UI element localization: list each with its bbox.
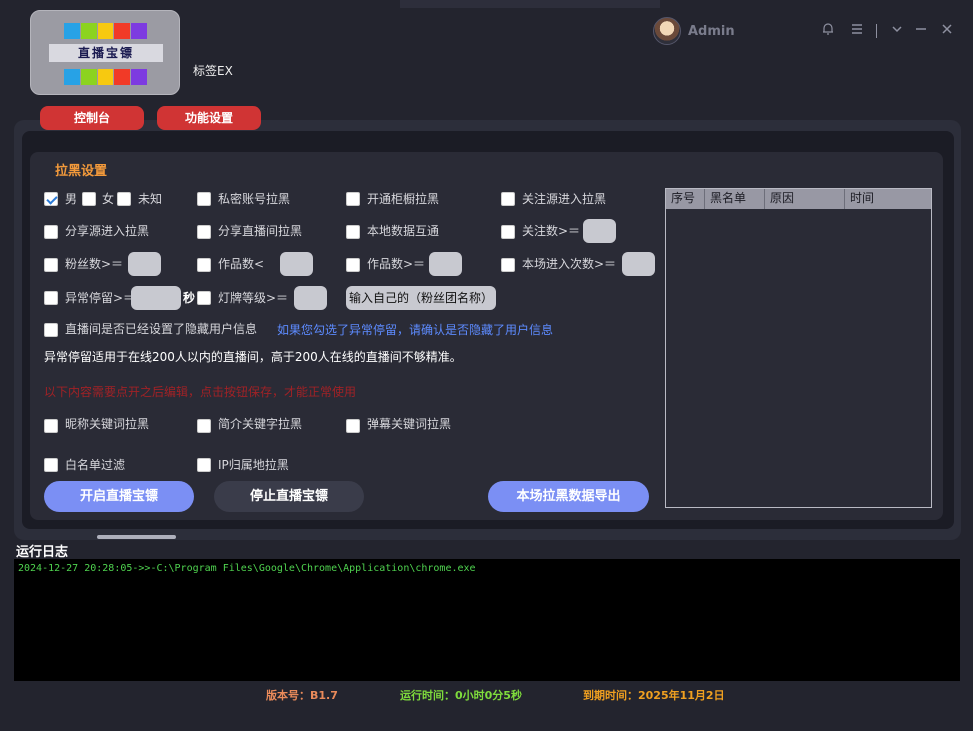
follow-count-input[interactable] [583, 219, 616, 243]
checkbox-hidden-info[interactable] [44, 323, 58, 337]
log-title: 运行日志 [16, 545, 69, 560]
checkbox-works-more[interactable] [346, 258, 360, 272]
logo-bars-bottom [64, 69, 147, 85]
checkbox-danmaku-keyword[interactable] [346, 419, 360, 433]
abnormal-stay-input[interactable] [131, 286, 181, 310]
close-icon[interactable] [938, 22, 956, 40]
label-male: 男 [65, 192, 78, 206]
label-badge-level: 灯牌等级>＝ [218, 291, 289, 305]
checkbox-follow-count[interactable] [501, 225, 515, 239]
menu-icon[interactable] [848, 22, 866, 40]
checkbox-male[interactable] [44, 192, 58, 206]
tab-console[interactable]: 控制台 [40, 106, 144, 130]
label-private-account: 私密账号拉黑 [218, 192, 291, 206]
expiry-label: 到期时间：2025年11月2日 [583, 689, 725, 702]
hint-edit-warning: 以下内容需要点开之后编辑，点击按钮保存，才能正常使用 [44, 385, 357, 399]
hint-abnormal-stay: 如果您勾选了异常停留，请确认是否隐藏了用户信息 [277, 323, 554, 337]
blacklist-table[interactable]: 序号 黑名单 原因 时间 [665, 188, 932, 508]
log-output[interactable] [14, 559, 960, 681]
tab-feature-settings[interactable]: 功能设置 [157, 106, 261, 130]
enter-times-input[interactable] [622, 252, 655, 276]
label-enter-times: 本场进入次数>＝ [522, 257, 617, 271]
seconds-unit: 秒 [183, 291, 196, 305]
label-female: 女 [102, 192, 115, 206]
fans-count-input[interactable] [128, 252, 161, 276]
checkbox-nickname-keyword[interactable] [44, 419, 58, 433]
label-follow-count: 关注数>＝ [522, 224, 581, 238]
column-header-reason[interactable]: 原因 [765, 189, 845, 209]
avatar[interactable] [653, 17, 681, 45]
checkbox-abnormal-stay[interactable] [44, 291, 58, 305]
checkbox-fans-count[interactable] [44, 258, 58, 272]
checkbox-share-room[interactable] [197, 225, 211, 239]
label-intro-keyword: 简介关键字拉黑 [218, 417, 303, 431]
username: Admin [688, 24, 735, 39]
app-logo: 直播宝镖 [30, 10, 180, 95]
checkbox-share-source[interactable] [44, 225, 58, 239]
app-title: 标签EX [193, 64, 233, 78]
checkbox-whitelist[interactable] [44, 458, 58, 472]
logo-text: 直播宝镖 [49, 44, 163, 62]
export-button[interactable]: 本场拉黑数据导出 [488, 481, 649, 512]
minimize-icon[interactable] [912, 22, 930, 40]
label-share-room: 分享直播间拉黑 [218, 224, 303, 238]
logo-bars-top [64, 23, 147, 39]
label-share-source: 分享源进入拉黑 [65, 224, 150, 238]
bell-icon[interactable] [819, 22, 837, 40]
log-line: 2024-12-27 20:28:05->>-C:\Program Files\… [18, 563, 476, 574]
checkbox-intro-keyword[interactable] [197, 419, 211, 433]
label-works-more: 作品数>＝ [367, 257, 426, 271]
column-header-index[interactable]: 序号 [666, 189, 705, 209]
checkbox-works-less[interactable] [197, 258, 211, 272]
stop-button[interactable]: 停止直播宝镖 [214, 481, 364, 512]
label-danmaku-keyword: 弹幕关键词拉黑 [367, 417, 452, 431]
checkbox-open-showcase[interactable] [346, 192, 360, 206]
label-fans-count: 粉丝数>＝ [65, 257, 124, 271]
label-unknown: 未知 [138, 192, 163, 206]
column-header-blacklist[interactable]: 黑名单 [705, 189, 765, 209]
label-open-showcase: 开通柜橱拉黑 [367, 192, 440, 206]
label-hidden-info: 直播间是否已经设置了隐藏用户信息 [65, 322, 258, 336]
works-more-input[interactable] [429, 252, 462, 276]
section-title: 拉黑设置 [55, 164, 108, 179]
label-whitelist: 白名单过滤 [65, 458, 126, 472]
hint-online-limit: 异常停留适用于在线200人以内的直播间，高于200人在线的直播间不够精准。 [44, 350, 462, 364]
title-divider [876, 24, 877, 38]
checkbox-female[interactable] [82, 192, 96, 206]
runtime-label: 运行时间：0小时0分5秒 [400, 689, 522, 702]
checkbox-follow-source[interactable] [501, 192, 515, 206]
label-nickname-keyword: 昵称关键词拉黑 [65, 417, 150, 431]
checkbox-private-account[interactable] [197, 192, 211, 206]
label-local-data: 本地数据互通 [367, 224, 440, 238]
works-less-input[interactable] [280, 252, 313, 276]
label-ip-location: IP归属地拉黑 [218, 458, 289, 472]
checkbox-enter-times[interactable] [501, 258, 515, 272]
label-follow-source: 关注源进入拉黑 [522, 192, 607, 206]
table-header: 序号 黑名单 原因 时间 [666, 189, 931, 209]
label-abnormal-stay: 异常停留>＝ [65, 291, 136, 305]
checkbox-badge-level[interactable] [197, 291, 211, 305]
column-header-time[interactable]: 时间 [845, 189, 931, 209]
checkbox-local-data[interactable] [346, 225, 360, 239]
version-label: 版本号：B1.7 [266, 689, 338, 702]
fan-club-name-button[interactable]: 输入自己的（粉丝团名称） [346, 286, 496, 310]
label-works-less: 作品数< [218, 257, 265, 271]
checkbox-unknown[interactable] [117, 192, 131, 206]
chevron-down-icon[interactable] [888, 22, 906, 40]
checkbox-ip-location[interactable] [197, 458, 211, 472]
horizontal-scrollbar[interactable] [97, 535, 176, 539]
start-button[interactable]: 开启直播宝镖 [44, 481, 194, 512]
badge-level-input[interactable] [294, 286, 327, 310]
